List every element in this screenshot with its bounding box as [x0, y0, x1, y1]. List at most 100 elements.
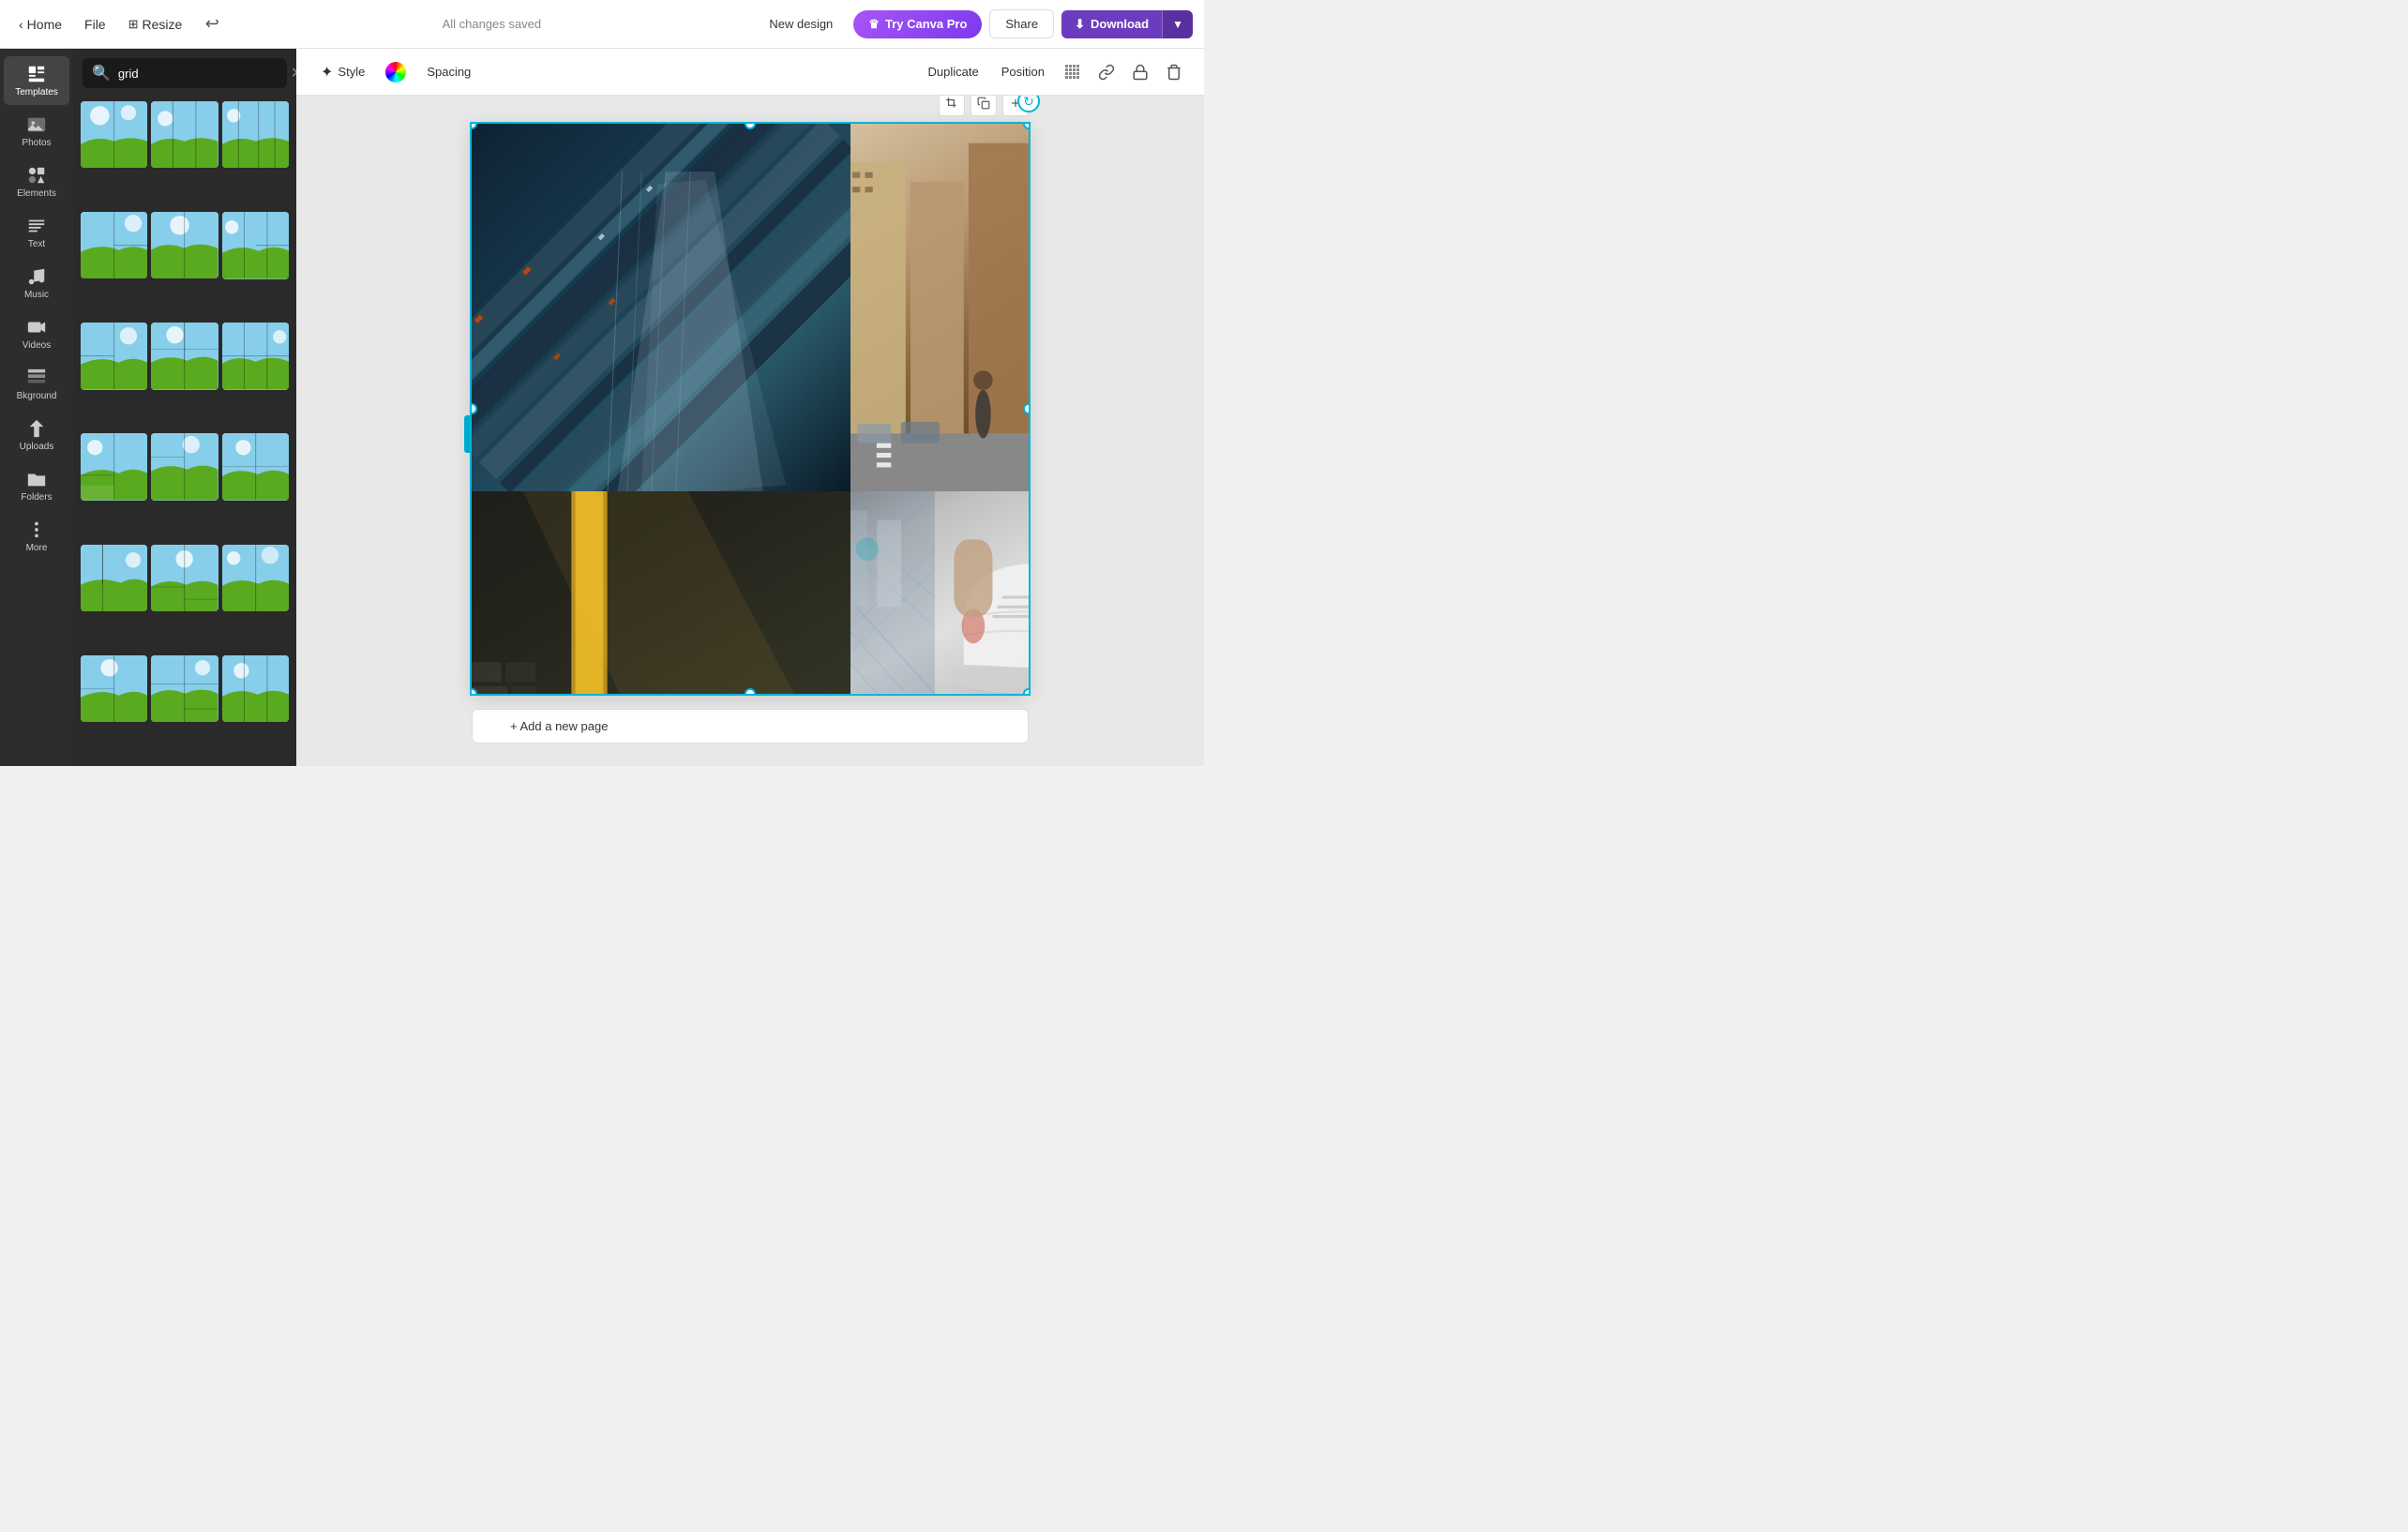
resize-icon: ⊞	[128, 17, 139, 32]
resize-label: Resize	[143, 17, 183, 32]
download-icon: ⬇	[1075, 17, 1085, 32]
sidebar-item-videos[interactable]: Videos	[4, 309, 69, 358]
videos-label: Videos	[23, 340, 51, 351]
color-wheel-button[interactable]	[385, 62, 406, 83]
save-status: All changes saved	[234, 17, 748, 31]
navbar: ‹ Home File ⊞ Resize ↩ All changes saved…	[0, 0, 1204, 49]
link-button[interactable]	[1091, 57, 1121, 87]
delete-button[interactable]	[1159, 57, 1189, 87]
list-item[interactable]	[222, 212, 289, 278]
sidebar-item-folders[interactable]: Folders	[4, 461, 69, 510]
folders-label: Folders	[21, 492, 52, 503]
position-button[interactable]: Position	[992, 60, 1054, 83]
new-design-button[interactable]: New design	[756, 11, 846, 37]
canvas[interactable]	[472, 124, 1029, 694]
list-item[interactable]	[151, 101, 218, 168]
list-item[interactable]	[151, 655, 218, 722]
background-icon	[26, 368, 47, 388]
undo-icon: ↩	[205, 14, 219, 34]
list-item[interactable]	[151, 323, 218, 389]
crop-button[interactable]	[939, 96, 965, 116]
crop-icon	[945, 97, 958, 110]
photo-cell-road[interactable]	[472, 491, 850, 694]
toolbar: ✦ Style Spacing Duplicate Position	[296, 49, 1204, 96]
sidebar-item-text[interactable]: Text	[4, 208, 69, 257]
list-item[interactable]	[81, 545, 147, 611]
duplicate-button[interactable]: Duplicate	[919, 60, 988, 83]
templates-panel: 🔍 ✕	[73, 49, 296, 766]
list-item[interactable]	[81, 323, 147, 389]
download-caret-button[interactable]: ▼	[1162, 10, 1193, 38]
sidebar-item-elements[interactable]: Elements	[4, 158, 69, 206]
photo-cell-sneaker[interactable]	[850, 491, 1029, 694]
sidebar-item-photos[interactable]: Photos	[4, 107, 69, 156]
sidebar-item-uploads[interactable]: Uploads	[4, 411, 69, 459]
undo-button[interactable]: ↩	[197, 9, 227, 39]
list-item[interactable]	[81, 433, 147, 500]
share-button[interactable]: Share	[989, 9, 1054, 38]
templates-label: Templates	[15, 87, 58, 98]
template-grid	[73, 98, 296, 766]
copy-icon	[977, 97, 990, 110]
list-item[interactable]	[151, 433, 218, 500]
uploads-label: Uploads	[20, 442, 54, 452]
copy-button[interactable]	[971, 96, 997, 116]
photos-icon	[26, 114, 47, 135]
elements-label: Elements	[17, 188, 56, 199]
photo-cell-street[interactable]	[850, 124, 1029, 491]
chevron-left-icon: ‹	[19, 17, 23, 32]
music-icon	[26, 266, 47, 287]
grid-pattern-button[interactable]	[1058, 57, 1088, 87]
list-item[interactable]	[151, 545, 218, 611]
resize-button[interactable]: ⊞ Resize	[121, 13, 190, 36]
lock-button[interactable]	[1125, 57, 1155, 87]
right-content: ✦ Style Spacing Duplicate Position	[296, 49, 1204, 766]
download-button-group: ⬇ Download ▼	[1061, 10, 1193, 38]
style-icon: ✦	[321, 63, 333, 82]
toolbar-right-actions: Duplicate Position	[919, 57, 1189, 87]
sidebar-item-templates[interactable]: Templates	[4, 56, 69, 105]
crown-icon: ♛	[868, 17, 880, 32]
list-item[interactable]	[222, 545, 289, 611]
handle-bottom-mid[interactable]	[745, 688, 756, 694]
add-page-button[interactable]: + Add a new page	[472, 709, 1029, 743]
try-pro-button[interactable]: ♛ Try Canva Pro	[853, 10, 982, 38]
list-item[interactable]	[222, 323, 289, 389]
sidebar-item-more[interactable]: More	[4, 512, 69, 561]
canvas-top-actions	[939, 96, 1029, 116]
download-label: Download	[1091, 17, 1149, 31]
style-button[interactable]: ✦ Style	[311, 58, 374, 86]
photo-grid	[472, 124, 1029, 694]
home-button[interactable]: ‹ Home	[11, 13, 69, 36]
spacing-label: Spacing	[427, 65, 471, 79]
rotate-handle[interactable]: ↻	[1017, 96, 1040, 113]
search-icon: 🔍	[92, 64, 111, 83]
file-menu[interactable]: File	[77, 13, 113, 36]
sidebar-item-background[interactable]: Bkground	[4, 360, 69, 409]
handle-bottom-right[interactable]	[1023, 688, 1029, 694]
list-item[interactable]	[81, 212, 147, 278]
list-item[interactable]	[81, 655, 147, 722]
list-item[interactable]	[222, 101, 289, 168]
list-item[interactable]	[222, 433, 289, 500]
more-label: More	[26, 543, 48, 553]
background-label: Bkground	[17, 391, 57, 401]
canvas-container: ↻	[472, 124, 1029, 743]
text-icon	[26, 216, 47, 236]
list-item[interactable]	[151, 212, 218, 278]
spacing-button[interactable]: Spacing	[417, 60, 480, 83]
sidebar-item-music[interactable]: Music	[4, 259, 69, 308]
list-item[interactable]	[81, 101, 147, 168]
handle-mid-right[interactable]	[1023, 403, 1029, 414]
search-input[interactable]	[118, 67, 283, 81]
search-bar: 🔍 ✕	[83, 58, 287, 88]
canvas-area: ↻	[296, 96, 1204, 766]
download-main-button[interactable]: ⬇ Download	[1061, 10, 1162, 38]
main-layout: Templates Photos Elements Text	[0, 49, 1204, 766]
list-item[interactable]	[222, 655, 289, 722]
photo-cell-aerial[interactable]	[472, 124, 850, 491]
music-label: Music	[24, 290, 49, 300]
try-pro-label: Try Canva Pro	[885, 17, 967, 31]
more-icon	[26, 519, 47, 540]
templates-icon	[26, 64, 47, 84]
